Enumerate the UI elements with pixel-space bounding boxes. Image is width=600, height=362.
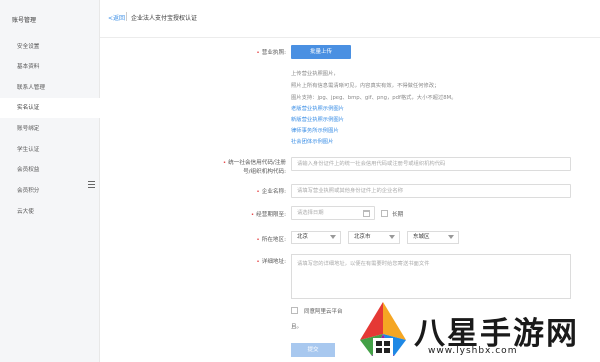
watermark-url: www.lyshbx.com (428, 346, 518, 356)
address-label: • 详细地址: (256, 259, 286, 265)
sidebar-item-security[interactable]: 安全设置 (0, 37, 100, 57)
example-link-social-org[interactable]: 社会团体示例图片 (291, 137, 333, 145)
sidebar-item-profile[interactable]: 基本资料 (0, 57, 100, 77)
chevron-down-icon (448, 235, 454, 239)
agree-text: 同意阿里云平台 (304, 309, 343, 315)
submit-button[interactable]: 提交 (291, 343, 335, 357)
agree-text-2: 且。 (291, 324, 303, 330)
region-label: • 所在地区: (256, 237, 286, 243)
address-textarea[interactable]: 请填写您的详细地址，以便在有需要时给您寄送书面文件 (291, 254, 571, 299)
chevron-down-icon (389, 235, 395, 239)
page-title: 企业法人支付宝授权认证 (131, 15, 198, 22)
upload-button[interactable]: 批量上传 (291, 45, 351, 59)
help-text-3: 图片支持：jpg、jpeg、bmp、gif、png，pdf格式，大小不超过8M。 (291, 95, 457, 101)
city-select[interactable]: 北京市 (348, 231, 400, 244)
period-label: • 经营期限至: (250, 212, 286, 218)
agree-checkbox[interactable] (291, 307, 298, 314)
example-link-new-license[interactable]: 新版营业执照示例图片 (291, 115, 344, 123)
longterm-checkbox[interactable] (381, 210, 388, 217)
example-link-law-firm[interactable]: 律师事务所示例图片 (291, 126, 339, 134)
date-placeholder: 请选择日期 (297, 210, 324, 216)
help-text-1: 上传营业执照图片， (291, 71, 339, 77)
sidebar-item-student[interactable]: 学生认证 (0, 140, 100, 160)
sidebar-item-member-rights[interactable]: 会员权益 (0, 160, 100, 180)
example-link-old-license[interactable]: 老版营业执照示例图片 (291, 104, 344, 112)
help-text-2: 照片上所有信息需清晰可见，内容真实有效，不得做任何修改； (291, 83, 440, 89)
sidebar-item-contacts[interactable]: 联系人管理 (0, 78, 100, 98)
longterm-label: 长期 (392, 212, 404, 218)
page-header: <返回 企业法人支付宝授权认证 (100, 0, 600, 38)
date-picker[interactable]: 请选择日期 (291, 206, 375, 220)
watermark-logo-icon (360, 302, 406, 356)
sidebar-item-member-points[interactable]: 会员积分 (0, 181, 100, 201)
sidebar-title: 账号管理 (12, 17, 37, 24)
province-value: 北京 (297, 234, 309, 240)
credit-code-input[interactable]: 请输入身份证件上的统一社会信用代码或注册号或组织机构代码 (291, 157, 571, 171)
chevron-down-icon (330, 235, 336, 239)
company-label: • 企业名称: (256, 189, 286, 195)
district-value: 东城区 (413, 234, 430, 240)
province-select[interactable]: 北京 (291, 231, 341, 244)
company-name-input[interactable]: 请填写营业执照或其他身份证件上的企业名称 (291, 184, 571, 198)
sidebar: 账号管理 安全设置 基本资料 联系人管理 实名认证 账号绑定 学生认证 会员权益… (0, 0, 100, 362)
breadcrumb-divider (126, 12, 127, 21)
credit-code-label-2: 号/组织机构代码: (243, 169, 286, 175)
license-label: • 营业执照: (256, 50, 286, 56)
sidebar-item-ambassador[interactable]: 云大使 (0, 202, 100, 222)
sidebar-item-binding[interactable]: 账号绑定 (0, 119, 100, 139)
calendar-icon (363, 210, 370, 217)
credit-code-label: • 统一社会信用代码/注册 (222, 160, 286, 166)
back-link[interactable]: <返回 (108, 13, 125, 22)
district-select[interactable]: 东城区 (407, 231, 459, 244)
city-value: 北京市 (354, 234, 371, 240)
sidebar-item-verification[interactable]: 实名认证 (0, 98, 100, 118)
collapse-menu-icon[interactable] (88, 181, 95, 190)
